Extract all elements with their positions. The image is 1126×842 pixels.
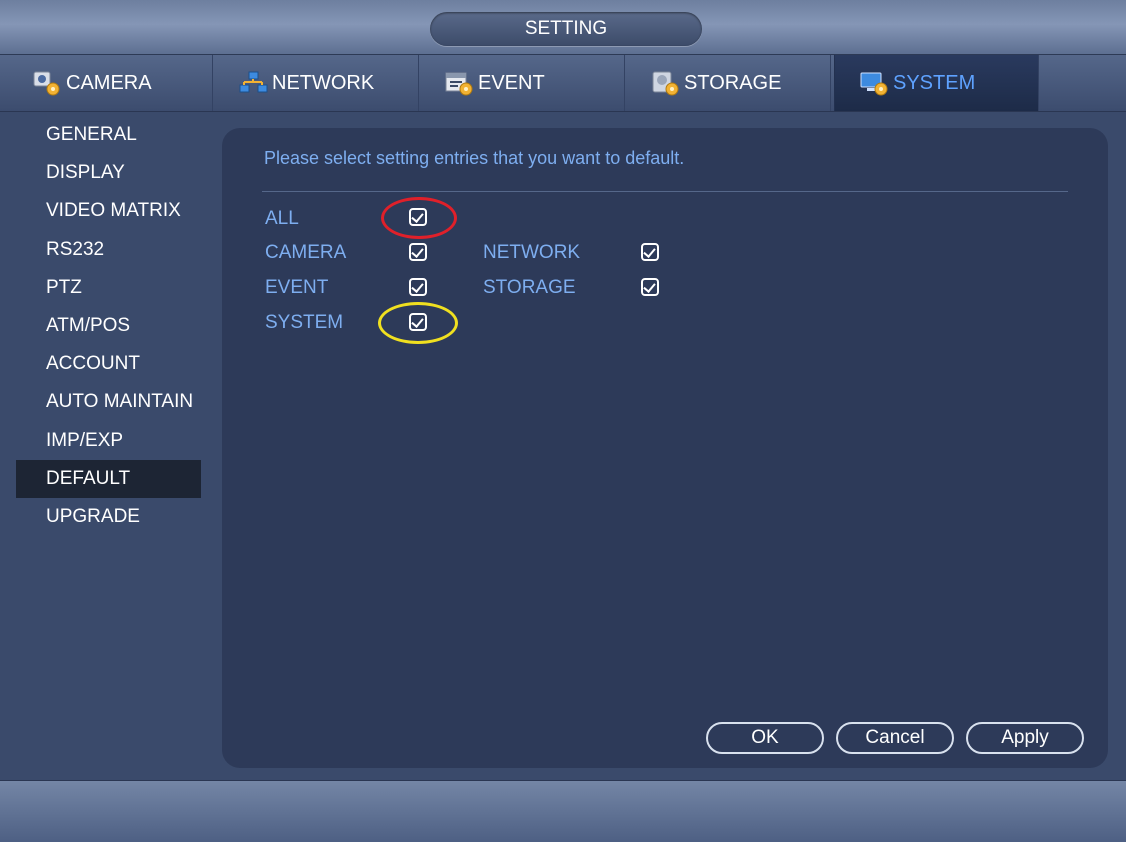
tab-label: NETWORK <box>272 71 375 94</box>
settings-window: SETTING CAMERA NETWORK EVENT STORAGE SYS… <box>0 0 1126 842</box>
sidebar-item-imp-exp[interactable]: IMP/EXP <box>16 422 201 460</box>
sidebar-item-video-matrix[interactable]: VIDEO MATRIX <box>16 192 201 230</box>
system-settings-icon <box>859 70 889 96</box>
checkbox-storage[interactable] <box>641 278 659 296</box>
check-icon <box>643 245 656 258</box>
option-label-event: EVENT <box>265 277 329 298</box>
check-icon <box>411 210 424 223</box>
sidebar-item-rs232[interactable]: RS232 <box>16 231 201 269</box>
sidebar-item-auto-maintain[interactable]: AUTO MAINTAIN <box>16 383 201 421</box>
tab-camera[interactable]: CAMERA <box>8 55 213 111</box>
apply-button[interactable]: Apply <box>966 722 1084 754</box>
tab-system[interactable]: SYSTEM <box>834 55 1039 111</box>
tab-label: EVENT <box>478 71 545 94</box>
window-title: SETTING <box>430 12 702 46</box>
checkbox-network[interactable] <box>641 243 659 261</box>
option-label-all: ALL <box>265 208 299 229</box>
checkbox-event[interactable] <box>409 278 427 296</box>
event-settings-icon <box>444 70 474 96</box>
check-icon <box>411 315 424 328</box>
tab-strip: CAMERA NETWORK EVENT STORAGE SYSTEM <box>0 55 1126 112</box>
sidebar-item-ptz[interactable]: PTZ <box>16 269 201 307</box>
sidebar-item-default[interactable]: DEFAULT <box>16 459 201 498</box>
sidebar-item-atm-pos[interactable]: ATM/POS <box>16 307 201 345</box>
sidebar-item-general[interactable]: GENERAL <box>16 116 201 154</box>
checkbox-camera[interactable] <box>409 243 427 261</box>
check-icon <box>643 280 656 293</box>
tab-network[interactable]: NETWORK <box>214 55 419 111</box>
tab-storage[interactable]: STORAGE <box>626 55 831 111</box>
sidebar-item-account[interactable]: ACCOUNT <box>16 345 201 383</box>
status-bar <box>0 780 1126 842</box>
option-label-system: SYSTEM <box>265 312 344 333</box>
sidebar: GENERAL DISPLAY VIDEO MATRIX RS232 PTZ A… <box>8 116 208 778</box>
check-icon <box>411 280 424 293</box>
cancel-button[interactable]: Cancel <box>836 722 954 754</box>
storage-settings-icon <box>650 70 680 96</box>
tab-label: CAMERA <box>66 71 152 94</box>
sidebar-item-upgrade[interactable]: UPGRADE <box>16 498 201 536</box>
tab-label: SYSTEM <box>893 71 976 94</box>
tab-label: STORAGE <box>684 71 782 94</box>
sidebar-item-display[interactable]: DISPLAY <box>16 154 201 192</box>
title-bar: SETTING <box>0 0 1126 55</box>
network-settings-icon <box>238 70 268 96</box>
option-label-storage: STORAGE <box>483 277 576 298</box>
checkbox-all[interactable] <box>409 208 427 226</box>
checkbox-system[interactable] <box>409 313 427 331</box>
default-settings-panel: Please select setting entries that you w… <box>222 128 1108 768</box>
option-label-camera: CAMERA <box>265 242 347 263</box>
ok-button[interactable]: OK <box>706 722 824 754</box>
divider <box>262 191 1068 192</box>
tab-event[interactable]: EVENT <box>420 55 625 111</box>
check-icon <box>411 245 424 258</box>
instruction-text: Please select setting entries that you w… <box>264 148 685 168</box>
camera-settings-icon <box>32 70 62 96</box>
option-label-network: NETWORK <box>483 242 581 263</box>
